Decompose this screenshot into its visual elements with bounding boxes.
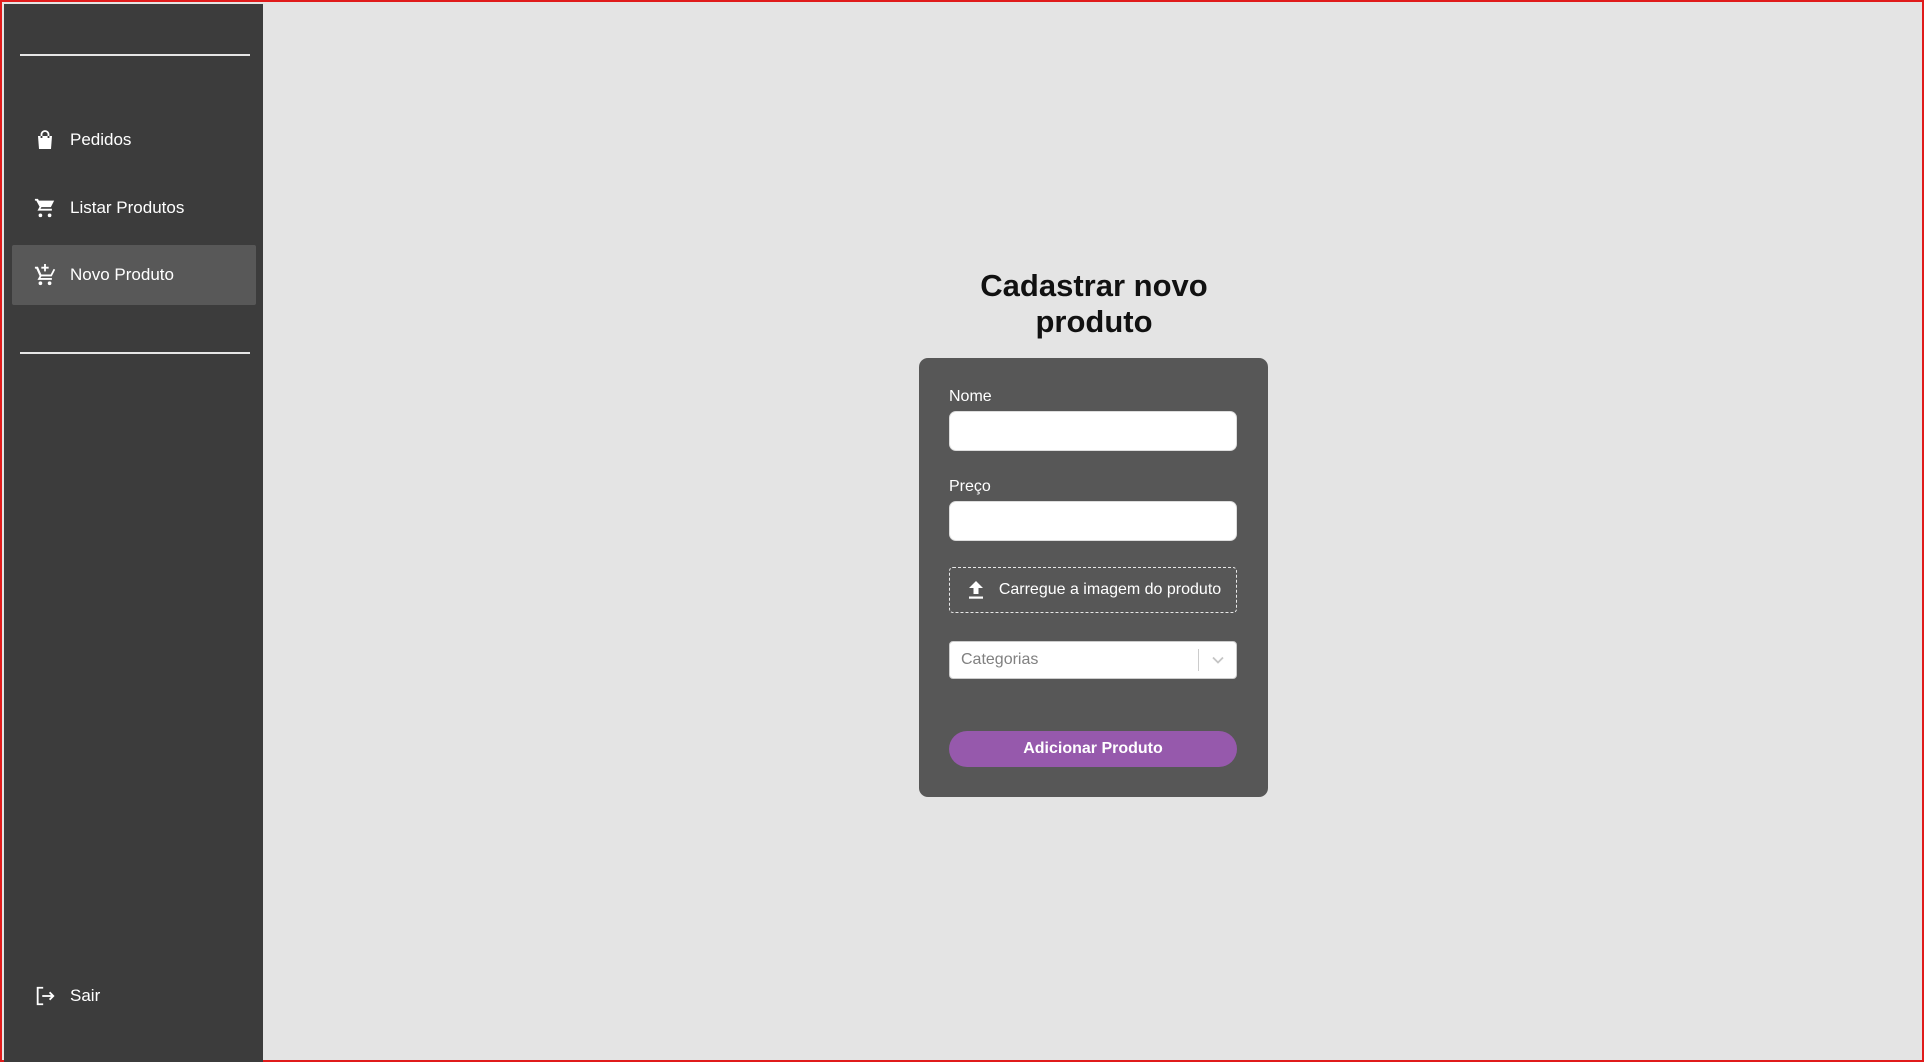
- price-label: Preço: [949, 478, 991, 495]
- sidebar-item-label: Pedidos: [70, 130, 132, 149]
- add-product-button[interactable]: Adicionar Produto: [949, 731, 1237, 767]
- chevron-down-icon[interactable]: [1199, 642, 1236, 678]
- sidebar-item-pedidos[interactable]: Pedidos: [12, 110, 256, 170]
- logout-icon: [34, 985, 56, 1007]
- upload-icon: [965, 579, 987, 601]
- sidebar-item-novo-produto[interactable]: Novo Produto: [12, 245, 256, 305]
- sidebar-divider-top: [20, 54, 250, 56]
- sidebar-divider-bottom: [20, 352, 250, 354]
- image-upload-button[interactable]: Carregue a imagem do produto: [949, 567, 1237, 613]
- sidebar-item-label: Listar Produtos: [70, 198, 185, 217]
- logout-button[interactable]: Sair: [12, 966, 256, 1026]
- logout-label: Sair: [70, 986, 101, 1005]
- add-shopping-cart-icon: [34, 264, 56, 286]
- shopping-bag-icon: [34, 129, 56, 151]
- app-frame: Pedidos Listar Produtos Novo Produto Sai…: [0, 0, 1924, 1062]
- price-input[interactable]: [949, 501, 1237, 541]
- sidebar: Pedidos Listar Produtos Novo Produto Sai…: [4, 4, 263, 1062]
- categories-placeholder: Categorias: [961, 651, 1039, 668]
- image-upload-label: Carregue a imagem do produto: [998, 581, 1222, 598]
- name-label: Nome: [949, 388, 992, 405]
- name-input[interactable]: [949, 411, 1237, 451]
- sidebar-item-listar-produtos[interactable]: Listar Produtos: [12, 178, 256, 238]
- page-title: Cadastrar novo produto: [980, 268, 1208, 339]
- new-product-form: Nome Preço Carregue a imagem do produto …: [919, 358, 1268, 797]
- shopping-cart-icon: [34, 197, 56, 219]
- categories-select[interactable]: Categorias: [949, 641, 1237, 679]
- sidebar-item-label: Novo Produto: [70, 265, 174, 284]
